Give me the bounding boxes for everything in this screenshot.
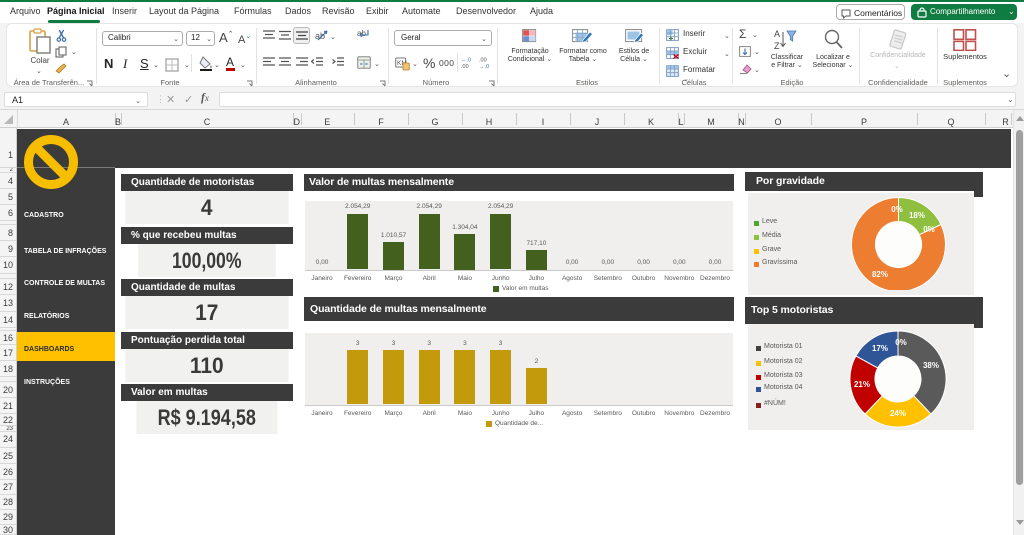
svg-text:Z: Z bbox=[774, 41, 780, 51]
svg-text:→.0: →.0 bbox=[479, 64, 489, 69]
svg-text:ab: ab bbox=[315, 31, 325, 41]
svg-text:.00: .00 bbox=[479, 58, 487, 64]
svg-text:←.0: ←.0 bbox=[461, 58, 471, 64]
svg-text:.00: .00 bbox=[461, 64, 469, 69]
svg-text:A: A bbox=[774, 29, 780, 39]
